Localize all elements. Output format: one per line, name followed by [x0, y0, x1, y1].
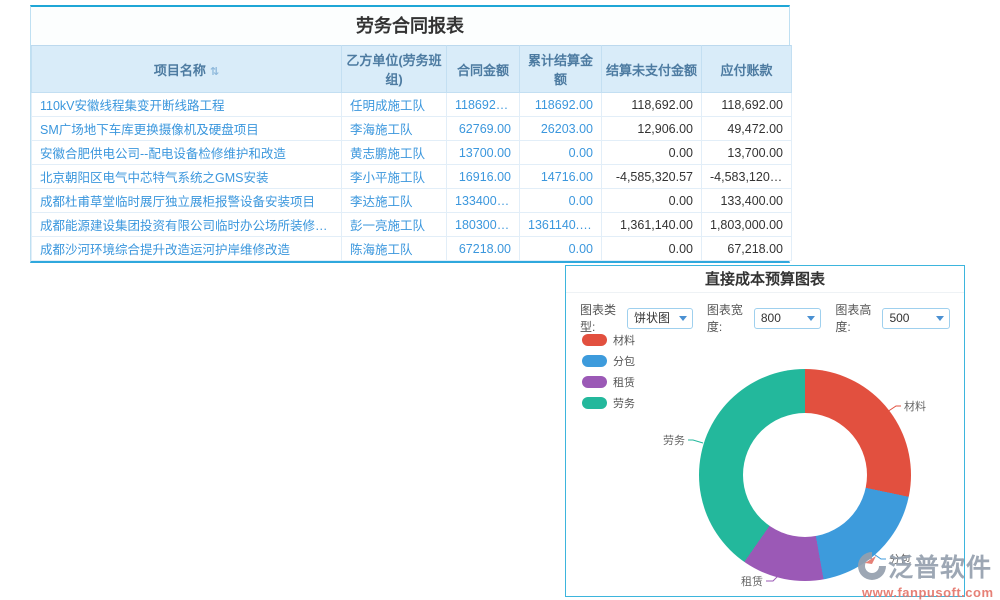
labor-contract-report-card: 劳务合同报表 项目名称 ⇅ 乙方单位(劳务班组) 合同金额 累计结算金额 结算未支… — [30, 5, 790, 263]
contractor-unit-cell: 彭一亮施工队 — [342, 213, 447, 237]
contract-amount-cell: 1803000.00 — [447, 213, 520, 237]
pie-label-lease: 租赁 — [741, 574, 763, 588]
payable-cell: 49,472.00 — [702, 117, 792, 141]
legend-swatch — [582, 355, 607, 367]
unpaid-amount-cell: 0.00 — [602, 141, 702, 165]
project-name-cell[interactable]: 北京朝阳区电气中芯特气系统之GMS安装 — [32, 165, 342, 189]
column-header-project-name[interactable]: 项目名称 ⇅ — [32, 46, 342, 93]
legend-item[interactable]: 分包 — [582, 353, 635, 369]
chevron-down-icon — [807, 316, 815, 321]
contractor-unit-cell: 任明成施工队 — [342, 93, 447, 117]
table-row: 安徽合肥供电公司--配电设备检修维护和改造 黄志鹏施工队 13700.00 0.… — [32, 141, 792, 165]
settled-amount-cell: 0.00 — [520, 141, 602, 165]
watermark: 泛普软件 www.fanpusoft.com — [856, 548, 1000, 600]
unpaid-amount-cell: 0.00 — [602, 189, 702, 213]
legend-swatch — [582, 397, 607, 409]
contract-amount-cell: 67218.00 — [447, 237, 520, 261]
chart-panel-title: 直接成本预算图表 — [566, 266, 964, 293]
contractor-unit-cell: 李海施工队 — [342, 117, 447, 141]
legend-item[interactable]: 材料 — [582, 332, 635, 348]
report-table: 项目名称 ⇅ 乙方单位(劳务班组) 合同金额 累计结算金额 结算未支付金额 应付账… — [31, 45, 792, 261]
chart-width-control: 图表宽度: 800 — [707, 301, 822, 335]
contract-amount-cell: 133400.00 — [447, 189, 520, 213]
payable-cell: 133,400.00 — [702, 189, 792, 213]
contractor-unit-cell: 李达施工队 — [342, 189, 447, 213]
legend-item[interactable]: 劳务 — [582, 395, 635, 411]
contract-amount-cell: 118692.00 — [447, 93, 520, 117]
chart-width-label: 图表宽度: — [707, 301, 750, 335]
contractor-unit-cell: 李小平施工队 — [342, 165, 447, 189]
fanpu-logo-icon — [856, 550, 888, 582]
chart-height-value: 500 — [889, 311, 909, 325]
pie-label-material: 材料 — [904, 399, 926, 413]
column-header-contractor-unit: 乙方单位(劳务班组) — [342, 46, 447, 93]
unpaid-amount-cell: 12,906.00 — [602, 117, 702, 141]
legend-label: 劳务 — [613, 395, 635, 411]
chart-height-label: 图表高度: — [835, 301, 878, 335]
chart-type-label: 图表类型: — [580, 301, 623, 335]
payable-cell: 118,692.00 — [702, 93, 792, 117]
chart-type-select[interactable]: 饼状图 — [627, 308, 693, 329]
unpaid-amount-cell: 0.00 — [602, 237, 702, 261]
watermark-name: 泛普软件 — [888, 548, 992, 584]
contract-amount-cell: 62769.00 — [447, 117, 520, 141]
column-label: 项目名称 — [154, 63, 206, 78]
legend-label: 租赁 — [613, 374, 635, 390]
contractor-unit-cell: 陈海施工队 — [342, 237, 447, 261]
chart-legend: 材料 分包 租赁 劳务 — [582, 332, 635, 416]
chart-type-control: 图表类型: 饼状图 — [580, 301, 693, 335]
chart-height-select[interactable]: 500 — [882, 308, 950, 329]
contractor-unit-cell: 黄志鹏施工队 — [342, 141, 447, 165]
chart-type-value: 饼状图 — [634, 311, 670, 325]
report-title: 劳务合同报表 — [31, 7, 789, 45]
settled-amount-cell: 14716.00 — [520, 165, 602, 189]
chevron-down-icon — [936, 316, 944, 321]
legend-swatch — [582, 334, 607, 346]
chart-width-value: 800 — [761, 311, 781, 325]
unpaid-amount-cell: -4,585,320.57 — [602, 165, 702, 189]
legend-item[interactable]: 租赁 — [582, 374, 635, 390]
chart-height-control: 图表高度: 500 — [835, 301, 950, 335]
legend-label: 材料 — [613, 332, 635, 348]
sort-icon[interactable]: ⇅ — [210, 66, 219, 78]
contract-amount-cell: 16916.00 — [447, 165, 520, 189]
project-name-cell[interactable]: 安徽合肥供电公司--配电设备检修维护和改造 — [32, 141, 342, 165]
settled-amount-cell: 26203.00 — [520, 117, 602, 141]
settled-amount-cell: 118692.00 — [520, 93, 602, 117]
payable-cell: 1,803,000.00 — [702, 213, 792, 237]
chart-width-select[interactable]: 800 — [754, 308, 822, 329]
report-header-row: 项目名称 ⇅ 乙方单位(劳务班组) 合同金额 累计结算金额 结算未支付金额 应付账… — [32, 46, 792, 93]
chevron-down-icon — [679, 316, 687, 321]
table-row: 成都杜甫草堂临时展厅独立展柜报警设备安装项目 李达施工队 133400.00 0… — [32, 189, 792, 213]
table-row: 成都能源建设集团投资有限公司临时办公场所装修改造工程EPC 彭一亮施工队 180… — [32, 213, 792, 237]
project-name-cell[interactable]: 成都沙河环境综合提升改造运河护岸维修改造 — [32, 237, 342, 261]
unpaid-amount-cell: 118,692.00 — [602, 93, 702, 117]
settled-amount-cell: 0.00 — [520, 237, 602, 261]
payable-cell: 67,218.00 — [702, 237, 792, 261]
column-header-settled-amount: 累计结算金额 — [520, 46, 602, 93]
project-name-cell[interactable]: 成都能源建设集团投资有限公司临时办公场所装修改造工程EPC — [32, 213, 342, 237]
table-row: 北京朝阳区电气中芯特气系统之GMS安装 李小平施工队 16916.00 1471… — [32, 165, 792, 189]
legend-label: 分包 — [613, 353, 635, 369]
table-row: 成都沙河环境综合提升改造运河护岸维修改造 陈海施工队 67218.00 0.00… — [32, 237, 792, 261]
project-name-cell[interactable]: 110kV安徽线程集变开断线路工程 — [32, 93, 342, 117]
column-header-contract-amount: 合同金额 — [447, 46, 520, 93]
report-table-body: 110kV安徽线程集变开断线路工程 任明成施工队 118692.00 11869… — [32, 93, 792, 261]
project-name-cell[interactable]: 成都杜甫草堂临时展厅独立展柜报警设备安装项目 — [32, 189, 342, 213]
column-header-unpaid-amount: 结算未支付金额 — [602, 46, 702, 93]
pie-label-labor: 劳务 — [663, 434, 685, 447]
table-row: SM广场地下车库更换摄像机及硬盘项目 李海施工队 62769.00 26203.… — [32, 117, 792, 141]
table-row: 110kV安徽线程集变开断线路工程 任明成施工队 118692.00 11869… — [32, 93, 792, 117]
watermark-url: www.fanpusoft.com — [862, 585, 1000, 600]
contract-amount-cell: 13700.00 — [447, 141, 520, 165]
settled-amount-cell: 1361140.00 — [520, 213, 602, 237]
unpaid-amount-cell: 1,361,140.00 — [602, 213, 702, 237]
settled-amount-cell: 0.00 — [520, 189, 602, 213]
project-name-cell[interactable]: SM广场地下车库更换摄像机及硬盘项目 — [32, 117, 342, 141]
legend-swatch — [582, 376, 607, 388]
payable-cell: 13,700.00 — [702, 141, 792, 165]
payable-cell: -4,583,120.57 — [702, 165, 792, 189]
column-header-payable: 应付账款 — [702, 46, 792, 93]
